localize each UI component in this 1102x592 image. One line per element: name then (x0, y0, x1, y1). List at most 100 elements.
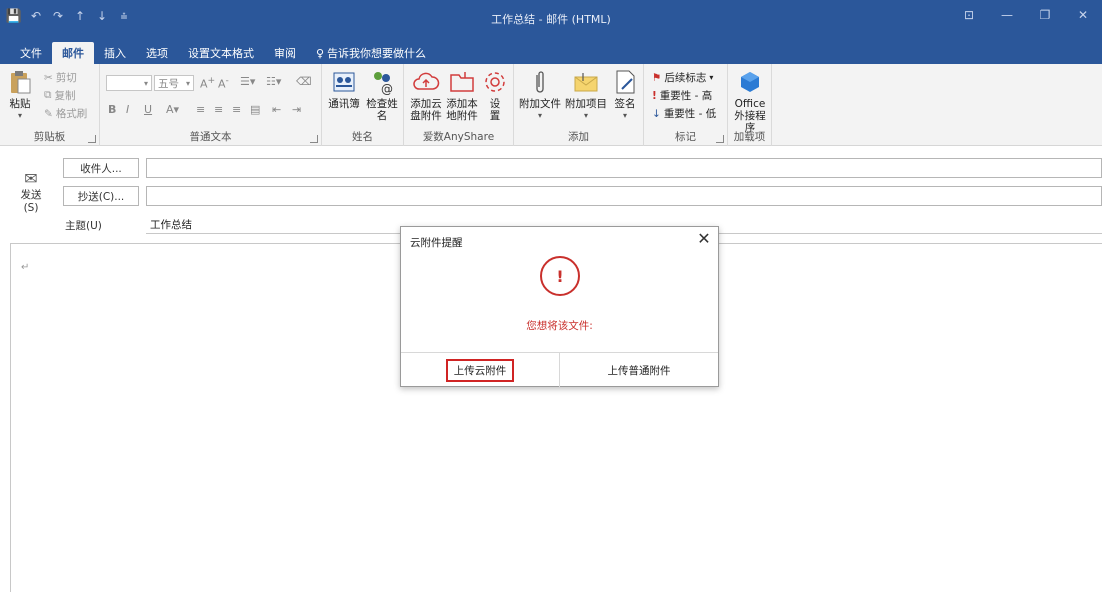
chevron-down-icon: ▾ (583, 111, 588, 120)
address-book-label: 通讯簿 (328, 98, 360, 110)
paragraph-mark: ↵ (21, 262, 30, 273)
office-addins-button[interactable]: Office 外接程序 (732, 68, 768, 134)
font-name-combo[interactable]: ▾ (106, 75, 152, 91)
check-names-label: 检查姓名 (366, 98, 398, 122)
bold-icon[interactable]: B (108, 103, 116, 116)
follow-up-button[interactable]: ⚑ 后续标志 ▾ (652, 70, 713, 85)
close-icon[interactable]: ✕ (696, 231, 712, 247)
high-importance-label: 重要性 - 高 (659, 90, 713, 102)
settings-label-2: 置 (489, 110, 501, 122)
anyshare-group: 添加云 盘附件 添加本 地附件 设 置 爱数AnyShare (404, 64, 514, 146)
window-title: 工作总结 - 邮件 (HTML) (491, 13, 611, 26)
folder-icon (448, 68, 476, 96)
paste-button[interactable]: 粘贴 ▾ (6, 68, 34, 122)
clipboard-group: 粘贴 ▾ ✂ 剪切 ⧉ 复制 ✎ 格式刷 剪贴板 (0, 64, 100, 146)
addins-group: Office 外接程序 加载项 (728, 64, 772, 146)
cloud-attachment-dialog: 云附件提醒 ✕ ! 您想将该文件: 上传云附件 上传普通附件 (400, 226, 719, 387)
tab-review[interactable]: 审阅 (264, 42, 306, 64)
envelope-icon (572, 68, 600, 96)
align-right-icon[interactable]: ≡ (232, 103, 241, 116)
format-painter-button[interactable]: ✎ 格式刷 (44, 106, 87, 121)
underline-icon[interactable]: U (144, 103, 152, 116)
include-group: 附加文件 ▾ 附加项目 ▾ 签名 ▾ 添加 (514, 64, 644, 146)
send-icon: ✉ (24, 169, 38, 188)
upload-cloud-button[interactable]: 上传云附件 (401, 353, 560, 387)
grow-font-icon[interactable]: A+ (200, 75, 215, 91)
numbering-icon[interactable]: ☷▾ (266, 75, 281, 88)
tab-options[interactable]: 选项 (136, 42, 178, 64)
dialog-title: 云附件提醒 (410, 237, 463, 249)
increase-indent-icon[interactable]: ⇥ (292, 103, 301, 116)
title-bar: 💾 ↶ ↷ ↑ ↓ ⩮ 工作总结 - 邮件 (HTML) ⊡ — ❐ ✕ (0, 0, 1102, 42)
attach-file-label: 附加文件 (519, 98, 561, 110)
high-importance-button[interactable]: ! 重要性 - 高 (652, 88, 712, 103)
tab-format-text[interactable]: 设置文本格式 (178, 42, 264, 64)
lightbulb-icon: ♀ (316, 46, 325, 60)
scissors-icon: ✂ (44, 71, 53, 84)
italic-icon[interactable]: I (126, 103, 129, 116)
attach-item-button[interactable]: 附加项目 ▾ (564, 68, 608, 122)
check-names-button[interactable]: @ 检查姓名 (364, 68, 400, 122)
address-book-button[interactable]: 通讯簿 (326, 68, 362, 110)
to-input[interactable] (146, 158, 1102, 178)
tab-message[interactable]: 邮件 (52, 42, 94, 64)
names-group: 通讯簿 @ 检查姓名 姓名 (322, 64, 404, 146)
add-cloud-attachment-button[interactable]: 添加云 盘附件 (408, 68, 444, 122)
justify-icon[interactable]: ▤ (250, 103, 260, 116)
low-importance-label: 重要性 - 低 (663, 108, 717, 120)
align-left-icon[interactable]: ≡ (196, 103, 205, 116)
bullets-icon[interactable]: ☰▾ (240, 75, 255, 88)
clipboard-launcher[interactable] (88, 135, 96, 143)
include-group-label: 添加 (568, 131, 589, 143)
font-color-icon[interactable]: A▾ (166, 103, 179, 116)
upload-normal-button[interactable]: 上传普通附件 (560, 353, 718, 387)
svg-text:@: @ (381, 82, 393, 95)
settings-label-1: 设 (489, 98, 501, 110)
copy-button[interactable]: ⧉ 复制 (44, 88, 76, 103)
ribbon-display-icon[interactable]: ⊡ (950, 4, 988, 26)
send-label-1: 发送 (20, 189, 42, 201)
tell-me-search[interactable]: ♀ 告诉我你想要做什么 (306, 42, 436, 64)
paste-dropdown-icon[interactable]: ▾ (18, 110, 22, 122)
tab-insert[interactable]: 插入 (94, 42, 136, 64)
signature-button[interactable]: 签名 ▾ (610, 68, 640, 122)
font-size-value: 五号 (158, 77, 179, 90)
window-controls: ⊡ — ❐ ✕ (950, 4, 1102, 26)
ribbon: 粘贴 ▾ ✂ 剪切 ⧉ 复制 ✎ 格式刷 剪贴板 ▾ 五号 ▾ A+ A- ☰▾ ☷▾ … (0, 64, 1102, 146)
upload-normal-label: 上传普通附件 (607, 364, 671, 377)
low-importance-button[interactable]: ↓ 重要性 - 低 (652, 106, 716, 121)
to-button[interactable]: 收件人... (63, 158, 139, 178)
minimize-icon[interactable]: — (988, 4, 1026, 26)
paperclip-icon (526, 68, 554, 96)
cut-button[interactable]: ✂ 剪切 (44, 70, 77, 85)
shrink-font-icon[interactable]: A- (218, 75, 229, 91)
attach-file-button[interactable]: 附加文件 ▾ (518, 68, 562, 122)
exclamation-icon: ! (652, 89, 657, 102)
tags-launcher[interactable] (716, 135, 724, 143)
basic-text-launcher[interactable] (310, 135, 318, 143)
tags-group: ⚑ 后续标志 ▾ ! 重要性 - 高 ↓ 重要性 - 低 标记 (644, 64, 728, 146)
anyshare-settings-button[interactable]: 设 置 (480, 68, 510, 122)
restore-icon[interactable]: ❐ (1026, 4, 1064, 26)
clear-format-icon[interactable]: ⌫ (296, 75, 312, 88)
add-local-attachment-button[interactable]: 添加本 地附件 (444, 68, 480, 122)
font-size-combo[interactable]: 五号 ▾ (154, 75, 194, 91)
address-book-icon (330, 68, 358, 96)
signature-label: 签名 (614, 98, 636, 110)
format-painter-label: 格式刷 (55, 108, 88, 120)
cc-button[interactable]: 抄送(C)... (63, 186, 139, 206)
align-center-icon[interactable]: ≡ (214, 103, 223, 116)
decrease-indent-icon[interactable]: ⇤ (272, 103, 281, 116)
send-button[interactable]: ✉ 发送 (S) (12, 169, 50, 215)
cut-label: 剪切 (55, 72, 77, 84)
tab-file[interactable]: 文件 (10, 42, 52, 64)
chevron-down-icon: ▾ (709, 73, 714, 82)
cc-input[interactable] (146, 186, 1102, 206)
copy-label: 复制 (54, 90, 76, 102)
office-addins-icon (736, 68, 764, 96)
warning-glyph: ! (556, 266, 564, 286)
basic-text-group-label: 普通文本 (189, 131, 232, 143)
follow-up-label: 后续标志 (664, 72, 707, 84)
close-window-icon[interactable]: ✕ (1064, 4, 1102, 26)
send-label-2: (S) (23, 202, 39, 214)
